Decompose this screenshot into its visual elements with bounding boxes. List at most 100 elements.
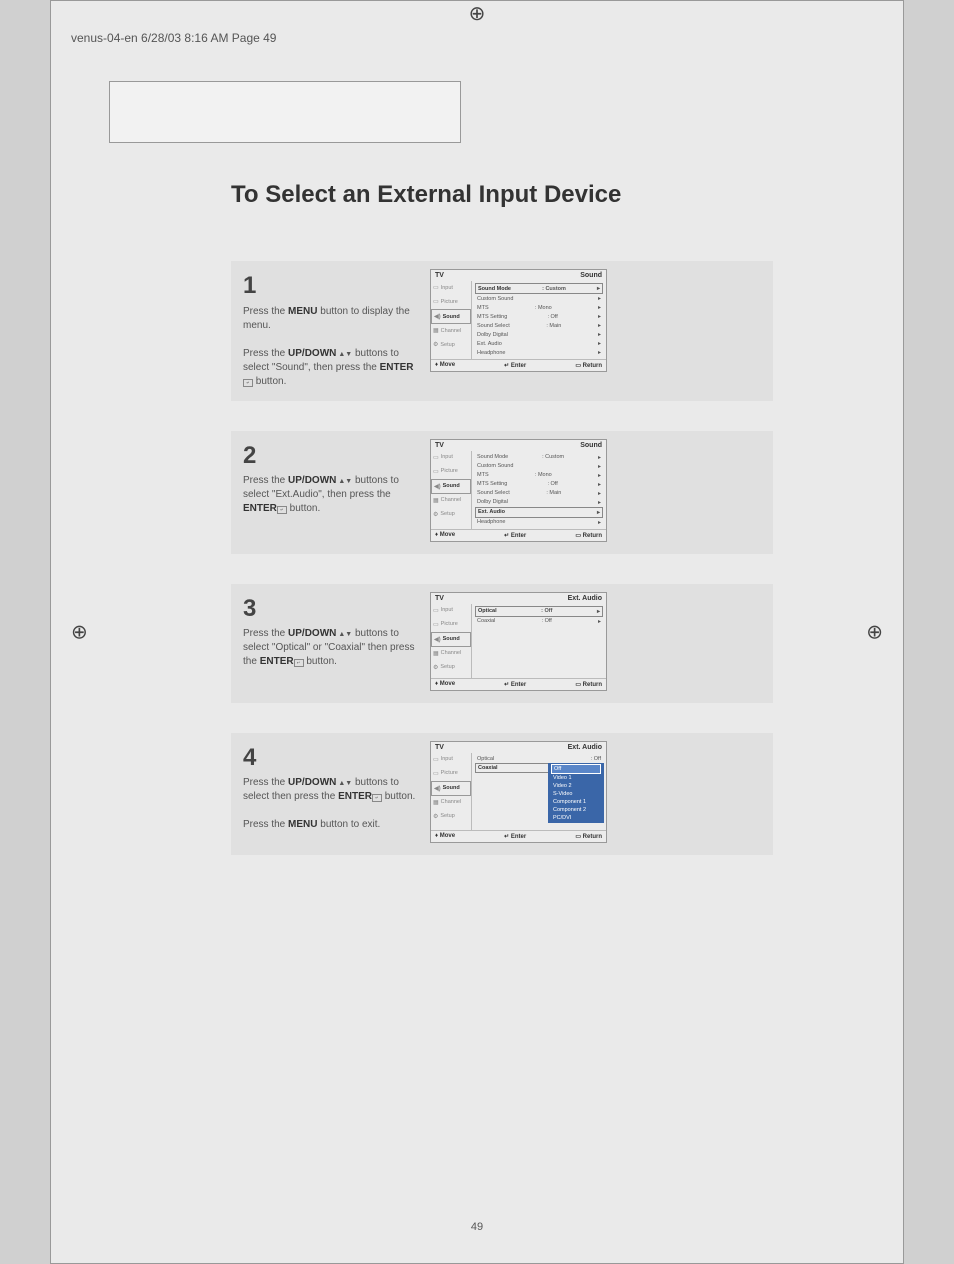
up-down-arrows-icon: ▲▼: [336, 780, 352, 787]
label: Setup: [440, 664, 454, 670]
step-3-text: 3 Press the UP/DOWN ▲▼ buttons to select…: [243, 592, 418, 670]
step-4-text: 4 Press the UP/DOWN ▲▼ buttons to select…: [243, 741, 418, 833]
page-title: To Select an External Input Device: [231, 181, 621, 209]
value: : Off: [541, 608, 552, 614]
dropdown-item: Video 2: [551, 782, 601, 790]
label: Sound Select: [477, 490, 510, 496]
arrow-right-icon: ▸: [598, 618, 601, 625]
text: ENTER: [243, 503, 277, 514]
label: Input: [441, 607, 453, 613]
step-number: 2: [243, 439, 418, 473]
label: Input: [441, 454, 453, 460]
osd-panel-2: TV Sound ▭Input ▭Picture ◀)Sound ▦Channe…: [430, 439, 607, 542]
text: UP/DOWN: [288, 348, 336, 359]
osd-row: Sound Mode: Custom▸: [475, 453, 603, 462]
osd-body: ▭Input ▭Picture ◀)Sound ▦Channel ⚙Setup …: [431, 753, 606, 830]
step-2-text: 2 Press the UP/DOWN ▲▼ buttons to select…: [243, 439, 418, 517]
label: Channel: [441, 650, 462, 656]
sidebar-item-setup: ⚙Setup: [431, 810, 471, 824]
osd-main: Optical: Off▸ Coaxial: Off▸: [472, 604, 606, 678]
sidebar-item-picture: ▭Picture: [431, 465, 471, 479]
footer-enter: ↵ Enter: [504, 532, 526, 539]
text: Press the: [243, 475, 288, 486]
text: Press the: [243, 348, 288, 359]
osd-footer: ♦ Move ↵ Enter ▭ Return: [431, 529, 606, 541]
osd-body: ▭Input ▭Picture ◀)Sound ▦Channel ⚙Setup …: [431, 281, 606, 359]
step-number: 1: [243, 269, 418, 303]
label: Picture: [441, 299, 458, 305]
text: Press the: [243, 306, 288, 317]
footer-return: ▭ Return: [575, 833, 602, 840]
osd-tv-label: TV: [435, 442, 444, 449]
picture-icon: ▭: [433, 298, 439, 305]
label: Optical: [477, 756, 494, 762]
arrow-right-icon: ▸: [598, 331, 601, 338]
osd-row: Sound Mode: Custom▸: [475, 283, 603, 294]
text: UP/DOWN: [288, 628, 336, 639]
footer-enter: ↵ Enter: [504, 833, 526, 840]
input-icon: ▭: [433, 607, 439, 614]
crop-mark-top-icon: ⊕: [469, 1, 486, 26]
osd-row: Coaxial: Off▸: [475, 617, 603, 626]
osd-tv-label: TV: [435, 595, 444, 602]
label: Sound Select: [477, 323, 510, 329]
footer-move: ♦ Move: [435, 532, 455, 539]
sidebar-item-sound: ◀)Sound: [431, 781, 471, 796]
osd-tv-label: TV: [435, 272, 444, 279]
channel-icon: ▦: [433, 799, 439, 806]
step-1-text: 1 Press the MENU button to display the m…: [243, 269, 418, 389]
arrow-right-icon: ▸: [598, 322, 601, 329]
page: venus-04-en 6/28/03 8:16 AM Page 49 ⊕ ⊕ …: [50, 0, 904, 1264]
arrow-right-icon: ▸: [598, 481, 601, 488]
osd-section-title: Sound: [580, 272, 602, 279]
enter-icon: ↵: [243, 379, 253, 387]
input-icon: ▭: [433, 284, 439, 291]
osd-row: Sound Select : Main ▸: [475, 489, 603, 498]
text: ENTER: [380, 362, 414, 373]
arrow-right-icon: ▸: [597, 285, 600, 292]
label: Dolby Digital: [477, 499, 508, 505]
sidebar-item-input: ▭Input: [431, 281, 471, 295]
osd-panel-1: TV Sound ▭Input ▭Picture ◀)Sound ▦Channe…: [430, 269, 607, 372]
sidebar-item-channel: ▦Channel: [431, 647, 471, 661]
osd-section-title: Sound: [580, 442, 602, 449]
footer-return: ▭ Return: [575, 681, 602, 688]
sidebar-item-setup: ⚙Setup: [431, 661, 471, 675]
text: button.: [382, 791, 415, 802]
sound-icon: ◀): [434, 785, 441, 792]
arrow-right-icon: ▸: [598, 295, 601, 302]
text: button.: [304, 656, 337, 667]
osd-main: Sound Mode: Custom▸ Custom Sound▸ MTS: M…: [472, 451, 606, 529]
label: Picture: [441, 770, 458, 776]
label: MTS: [477, 305, 489, 311]
value: : Main: [546, 490, 561, 496]
sidebar-item-setup: ⚙Setup: [431, 508, 471, 522]
arrow-right-icon: ▸: [597, 608, 600, 615]
sidebar-item-sound: ◀)Sound: [431, 309, 471, 324]
text: Press the: [243, 777, 288, 788]
dropdown-item: Video 1: [551, 774, 601, 782]
sidebar-item-picture: ▭Picture: [431, 618, 471, 632]
osd-titlebar: TV Sound: [431, 440, 606, 451]
label: Setup: [440, 813, 454, 819]
text: MENU: [288, 819, 317, 830]
sidebar-item-sound: ◀)Sound: [431, 479, 471, 494]
sound-icon: ◀): [434, 483, 441, 490]
label: Ext. Audio: [477, 341, 502, 347]
arrow-right-icon: ▸: [598, 490, 601, 497]
label: Channel: [441, 497, 462, 503]
label: MTS Setting: [477, 314, 507, 320]
step-number: 3: [243, 592, 418, 626]
text: Press the: [243, 819, 288, 830]
label: Setup: [440, 511, 454, 517]
label: Custom Sound: [477, 463, 513, 469]
label: Input: [441, 285, 453, 291]
arrow-right-icon: ▸: [598, 340, 601, 347]
label: Sound Mode: [478, 286, 511, 292]
dropdown-item: Component 1: [551, 798, 601, 806]
text: button.: [287, 503, 320, 514]
osd-section-title: Ext. Audio: [568, 744, 602, 751]
value: : Off: [547, 314, 557, 320]
osd-section-title: Ext. Audio: [568, 595, 602, 602]
text: button to exit.: [317, 819, 380, 830]
